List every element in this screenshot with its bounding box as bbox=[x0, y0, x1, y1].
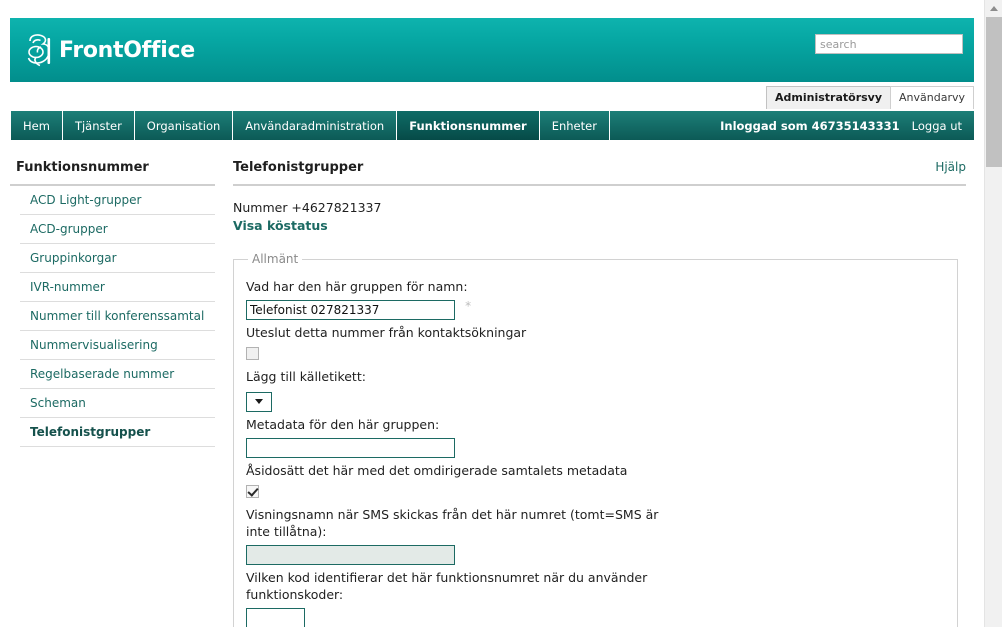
page-title: Telefonistgrupper bbox=[233, 160, 364, 175]
sidebar-item-regelbaserade-nummer[interactable]: Regelbaserade nummer bbox=[20, 360, 215, 388]
main-navigation: Hem Tjänster Organisation Användaradmini… bbox=[10, 111, 974, 140]
list-item: Nummer till konferenssamtal bbox=[20, 302, 215, 331]
list-item: ACD-grupper bbox=[20, 215, 215, 244]
list-item: Telefonistgrupper bbox=[20, 418, 215, 447]
view-tabs: Administratörsvy Användarvy bbox=[766, 86, 974, 109]
page-viewport: FrontOffice Administratörsvy Användarvy … bbox=[0, 0, 984, 627]
sidebar-title: Funktionsnummer bbox=[10, 160, 215, 186]
group-name-label: Vad har den här gruppen för namn: bbox=[246, 279, 468, 294]
nav-item-anvandaradministration[interactable]: Användaradministration bbox=[233, 111, 398, 140]
content-area: Funktionsnummer ACD Light-grupper ACD-gr… bbox=[10, 140, 974, 627]
chevron-down-icon bbox=[255, 399, 263, 404]
function-code-label: Vilken kod identifierar det här funktion… bbox=[246, 569, 648, 602]
source-label-select[interactable] bbox=[246, 391, 272, 412]
sms-display-name-input[interactable] bbox=[246, 544, 455, 565]
source-label-label: Lägg till källetikett: bbox=[246, 369, 366, 384]
sidebar-item-nummervisualisering[interactable]: Nummervisualisering bbox=[20, 331, 215, 359]
group-name-input[interactable] bbox=[246, 300, 455, 320]
list-item: Gruppinkorgar bbox=[20, 244, 215, 273]
scroll-thumb[interactable] bbox=[986, 17, 1002, 167]
scroll-up-button[interactable] bbox=[985, 0, 1002, 17]
field-function-code: Vilken kod identifierar det här funktion… bbox=[246, 569, 945, 627]
tab-user-view[interactable]: Användarvy bbox=[890, 86, 974, 109]
main-header: Telefonistgrupper Hjälp bbox=[233, 160, 966, 186]
tab-administrator-view[interactable]: Administratörsvy bbox=[766, 86, 892, 109]
app-window: FrontOffice Administratörsvy Användarvy … bbox=[0, 0, 1002, 627]
field-source-label: Lägg till källetikett: bbox=[246, 368, 945, 412]
field-exclude-from-search: Uteslut detta nummer från kontaktsökning… bbox=[246, 324, 945, 364]
field-metadata: Metadata för den här gruppen: bbox=[246, 416, 945, 458]
sidebar-list: ACD Light-grupper ACD-grupper Gruppinkor… bbox=[10, 186, 219, 447]
brand-header: FrontOffice bbox=[10, 18, 974, 82]
list-item: IVR-nummer bbox=[20, 273, 215, 302]
list-item: Nummervisualisering bbox=[20, 331, 215, 360]
three-logo-icon bbox=[27, 34, 51, 67]
logout-link[interactable]: Logga ut bbox=[912, 119, 962, 133]
number-label: Nummer +4627821337 bbox=[233, 200, 382, 215]
fieldset-legend: Allmänt bbox=[252, 252, 299, 266]
help-link[interactable]: Hjälp bbox=[935, 160, 966, 174]
nav-item-tjanster[interactable]: Tjänster bbox=[63, 111, 135, 140]
sidebar-item-ivr-nummer[interactable]: IVR-nummer bbox=[20, 273, 215, 301]
nav-item-organisation[interactable]: Organisation bbox=[135, 111, 234, 140]
metadata-input[interactable] bbox=[246, 437, 455, 458]
nav-user-area: Inloggad som 46735143331 Logga ut bbox=[720, 111, 974, 140]
sidebar-item-acd-grupper[interactable]: ACD-grupper bbox=[20, 215, 215, 243]
nav-item-enheter[interactable]: Enheter bbox=[540, 111, 610, 140]
page-scrollbar[interactable] bbox=[984, 0, 1002, 627]
general-fieldset: Allmänt Vad har den här gruppen för namn… bbox=[233, 252, 958, 627]
metadata-label: Metadata för den här gruppen: bbox=[246, 416, 440, 432]
show-queue-status-link[interactable]: Visa köstatus bbox=[233, 218, 328, 233]
function-code-input[interactable] bbox=[246, 607, 305, 627]
nav-item-hem[interactable]: Hem bbox=[10, 111, 63, 140]
list-item: Scheman bbox=[20, 389, 215, 418]
logged-in-status: Inloggad som 46735143331 bbox=[720, 118, 900, 133]
exclude-from-search-label: Uteslut detta nummer från kontaktsökning… bbox=[246, 325, 527, 340]
brand-logo[interactable]: FrontOffice bbox=[24, 32, 195, 70]
list-item: ACD Light-grupper bbox=[20, 186, 215, 215]
brand-name: FrontOffice bbox=[59, 38, 195, 63]
sidebar-item-telefonistgrupper[interactable]: Telefonistgrupper bbox=[20, 418, 215, 446]
nav-item-funktionsnummer[interactable]: Funktionsnummer bbox=[397, 111, 540, 140]
override-metadata-checkbox[interactable] bbox=[246, 484, 259, 498]
sidebar: Funktionsnummer ACD Light-grupper ACD-gr… bbox=[10, 140, 219, 627]
triangle-up-icon bbox=[989, 6, 998, 11]
field-group-name: Vad har den här gruppen för namn: * bbox=[246, 278, 945, 320]
sidebar-item-gruppinkorgar[interactable]: Gruppinkorgar bbox=[20, 244, 215, 272]
required-marker: * bbox=[465, 299, 472, 313]
sidebar-item-scheman[interactable]: Scheman bbox=[20, 389, 215, 417]
list-item: Regelbaserade nummer bbox=[20, 360, 215, 389]
exclude-from-search-checkbox[interactable] bbox=[246, 347, 259, 360]
sidebar-item-nummer-till-konferenssamtal[interactable]: Nummer till konferenssamtal bbox=[20, 302, 215, 330]
field-sms-display-name: Visningsnamn när SMS skickas från det hä… bbox=[246, 506, 945, 565]
main-panel: Telefonistgrupper Hjälp Nummer +46278213… bbox=[219, 140, 974, 627]
sms-display-name-label: Visningsnamn när SMS skickas från det hä… bbox=[246, 506, 659, 539]
sidebar-item-acd-light-grupper[interactable]: ACD Light-grupper bbox=[20, 186, 215, 214]
field-override-metadata: Åsidosätt det här med det omdirigerade s… bbox=[246, 462, 945, 502]
search-input[interactable] bbox=[815, 34, 963, 54]
override-metadata-label: Åsidosätt det här med det omdirigerade s… bbox=[246, 462, 628, 478]
